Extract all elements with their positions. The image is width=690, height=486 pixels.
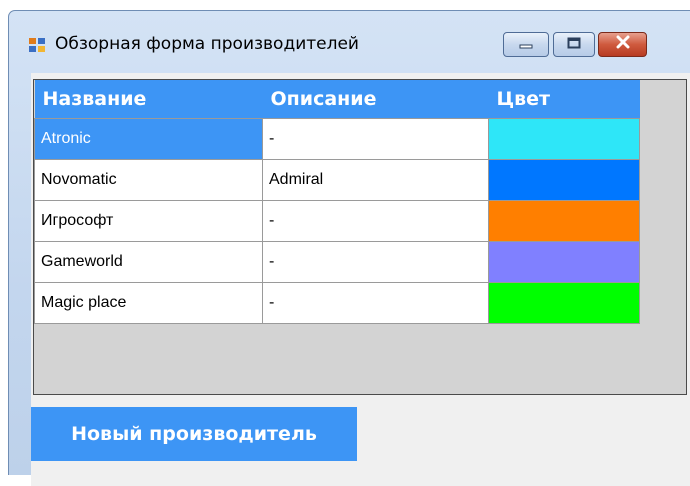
color-swatch-cell[interactable]	[488, 200, 640, 242]
name-cell[interactable]: Atronic	[34, 118, 263, 160]
description-cell[interactable]: -	[262, 118, 489, 160]
close-icon	[615, 35, 631, 54]
table-row[interactable]: Novomatic Admiral	[34, 159, 640, 201]
description-cell[interactable]: Admiral	[262, 159, 489, 201]
manufacturers-table: Название Описание Цвет Atronic - Novomatic…	[34, 80, 640, 324]
color-swatch-cell[interactable]	[488, 282, 640, 324]
color-swatch-cell[interactable]	[488, 241, 640, 283]
table-row[interactable]: Игрософт -	[34, 200, 640, 242]
form-client-area: Название Описание Цвет Atronic - Novomatic…	[31, 73, 690, 486]
column-header-name[interactable]: Название	[34, 80, 263, 119]
column-header-description[interactable]: Описание	[262, 80, 489, 119]
description-cell[interactable]: -	[262, 282, 489, 324]
minimize-icon	[519, 36, 533, 54]
description-cell[interactable]: -	[262, 200, 489, 242]
manufacturers-window: Обзорная форма производителей Название О…	[8, 10, 690, 486]
table-row[interactable]: Magic place -	[34, 282, 640, 324]
header-row: Название Описание Цвет	[34, 80, 640, 119]
minimize-button[interactable]	[503, 32, 549, 57]
window-title: Обзорная форма производителей	[55, 34, 359, 54]
manufacturers-grid[interactable]: Название Описание Цвет Atronic - Novomatic…	[33, 79, 687, 395]
name-cell[interactable]: Novomatic	[34, 159, 263, 201]
maximize-icon	[567, 36, 581, 54]
title-bar[interactable]: Обзорная форма производителей	[9, 11, 690, 73]
table-row[interactable]: Atronic -	[34, 118, 640, 160]
name-cell[interactable]: Gameworld	[34, 241, 263, 283]
close-button[interactable]	[598, 32, 647, 57]
description-cell[interactable]: -	[262, 241, 489, 283]
name-cell[interactable]: Magic place	[34, 282, 263, 324]
form-app-icon	[29, 37, 47, 53]
color-swatch-cell[interactable]	[488, 159, 640, 201]
column-header-color[interactable]: Цвет	[488, 80, 640, 119]
name-cell[interactable]: Игрософт	[34, 200, 263, 242]
table-row[interactable]: Gameworld -	[34, 241, 640, 283]
maximize-button[interactable]	[553, 32, 595, 57]
color-swatch-cell[interactable]	[488, 118, 640, 160]
new-manufacturer-button[interactable]: Новый производитель	[31, 407, 357, 461]
